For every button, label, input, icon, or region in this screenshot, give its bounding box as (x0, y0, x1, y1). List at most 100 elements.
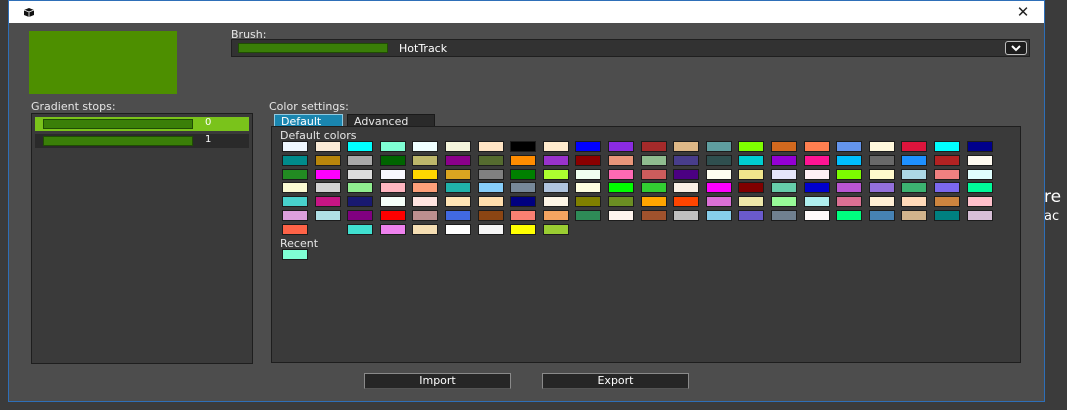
color-swatch[interactable] (510, 210, 537, 221)
color-swatch[interactable] (445, 223, 471, 235)
color-swatch[interactable] (477, 210, 504, 221)
color-swatch[interactable] (738, 154, 765, 166)
color-swatch[interactable] (966, 154, 993, 166)
brush-dropdown-button[interactable] (1005, 41, 1027, 55)
color-swatch[interactable] (314, 168, 341, 180)
color-swatch[interactable] (445, 168, 471, 180)
color-swatch[interactable] (379, 168, 406, 180)
import-button[interactable]: Import (364, 373, 511, 389)
color-swatch[interactable] (640, 168, 667, 180)
color-swatch[interactable] (282, 182, 308, 194)
color-swatch[interactable] (477, 154, 504, 166)
color-swatch[interactable] (608, 154, 634, 166)
color-swatch[interactable] (608, 182, 634, 194)
color-swatch[interactable] (934, 196, 960, 208)
color-swatch[interactable] (640, 154, 667, 166)
color-swatch[interactable] (771, 168, 797, 180)
color-swatch[interactable] (836, 182, 863, 194)
color-swatch[interactable] (901, 182, 928, 194)
color-swatch[interactable] (542, 196, 569, 208)
color-swatch[interactable] (640, 210, 667, 221)
color-swatch[interactable] (347, 196, 374, 208)
color-swatch[interactable] (347, 168, 374, 180)
color-swatch[interactable] (901, 168, 928, 180)
color-swatch[interactable] (868, 182, 895, 194)
color-swatch[interactable] (412, 210, 439, 221)
color-swatch[interactable] (738, 141, 765, 152)
color-swatch[interactable] (412, 182, 439, 194)
color-swatch[interactable] (803, 168, 830, 180)
color-swatch[interactable] (836, 210, 863, 221)
color-swatch[interactable] (477, 141, 504, 152)
color-swatch[interactable] (379, 141, 406, 152)
color-swatch[interactable] (608, 168, 634, 180)
color-swatch[interactable] (966, 210, 993, 221)
color-swatch[interactable] (542, 154, 569, 166)
color-swatch[interactable] (379, 196, 406, 208)
color-swatch[interactable] (510, 182, 537, 194)
color-swatch[interactable] (868, 141, 895, 152)
color-swatch[interactable] (445, 196, 471, 208)
color-swatch[interactable] (738, 182, 765, 194)
color-swatch[interactable] (575, 196, 602, 208)
color-swatch[interactable] (542, 223, 569, 235)
color-swatch[interactable] (314, 210, 341, 221)
color-swatch[interactable] (575, 154, 602, 166)
color-swatch[interactable] (347, 223, 374, 235)
color-swatch[interactable] (934, 210, 960, 221)
color-swatch[interactable] (379, 223, 406, 235)
color-swatch[interactable] (575, 210, 602, 221)
color-swatch[interactable] (803, 154, 830, 166)
color-swatch[interactable] (412, 154, 439, 166)
color-swatch[interactable] (608, 141, 634, 152)
color-swatch[interactable] (379, 210, 406, 221)
color-swatch[interactable] (771, 196, 797, 208)
recent-color-swatch[interactable] (282, 249, 308, 260)
color-swatch[interactable] (966, 196, 993, 208)
color-swatch[interactable] (738, 196, 765, 208)
color-swatch[interactable] (803, 141, 830, 152)
color-swatch[interactable] (836, 154, 863, 166)
color-swatch[interactable] (542, 182, 569, 194)
color-swatch[interactable] (510, 154, 537, 166)
color-swatch[interactable] (510, 168, 537, 180)
color-swatch[interactable] (673, 154, 700, 166)
color-swatch[interactable] (966, 168, 993, 180)
color-swatch[interactable] (282, 154, 308, 166)
color-swatch[interactable] (705, 154, 732, 166)
color-swatch[interactable] (510, 196, 537, 208)
color-swatch[interactable] (771, 154, 797, 166)
color-swatch[interactable] (542, 168, 569, 180)
gradient-stop-item[interactable]: 0 (35, 117, 249, 131)
close-button[interactable]: ✕ (1010, 3, 1036, 21)
color-swatch[interactable] (901, 196, 928, 208)
color-swatch[interactable] (282, 196, 308, 208)
color-swatch[interactable] (510, 223, 537, 235)
brush-select[interactable]: HotTrack (231, 39, 1030, 57)
color-swatch[interactable] (738, 210, 765, 221)
color-swatch[interactable] (868, 154, 895, 166)
color-swatch[interactable] (477, 196, 504, 208)
color-swatch[interactable] (542, 210, 569, 221)
color-swatch[interactable] (282, 141, 308, 152)
color-swatch[interactable] (966, 182, 993, 194)
color-swatch[interactable] (347, 141, 374, 152)
color-swatch[interactable] (510, 141, 537, 152)
gradient-stops-list[interactable]: 0 1 (31, 113, 253, 364)
color-swatch[interactable] (705, 182, 732, 194)
color-swatch[interactable] (705, 168, 732, 180)
color-swatch[interactable] (640, 196, 667, 208)
color-swatch[interactable] (477, 223, 504, 235)
color-swatch[interactable] (738, 168, 765, 180)
color-swatch[interactable] (608, 210, 634, 221)
color-swatch[interactable] (901, 154, 928, 166)
color-swatch[interactable] (575, 182, 602, 194)
color-swatch[interactable] (575, 168, 602, 180)
color-swatch[interactable] (934, 141, 960, 152)
color-swatch[interactable] (314, 196, 341, 208)
color-swatch[interactable] (445, 210, 471, 221)
color-swatch[interactable] (673, 141, 700, 152)
color-swatch[interactable] (836, 168, 863, 180)
color-swatch[interactable] (347, 182, 374, 194)
color-swatch[interactable] (836, 141, 863, 152)
